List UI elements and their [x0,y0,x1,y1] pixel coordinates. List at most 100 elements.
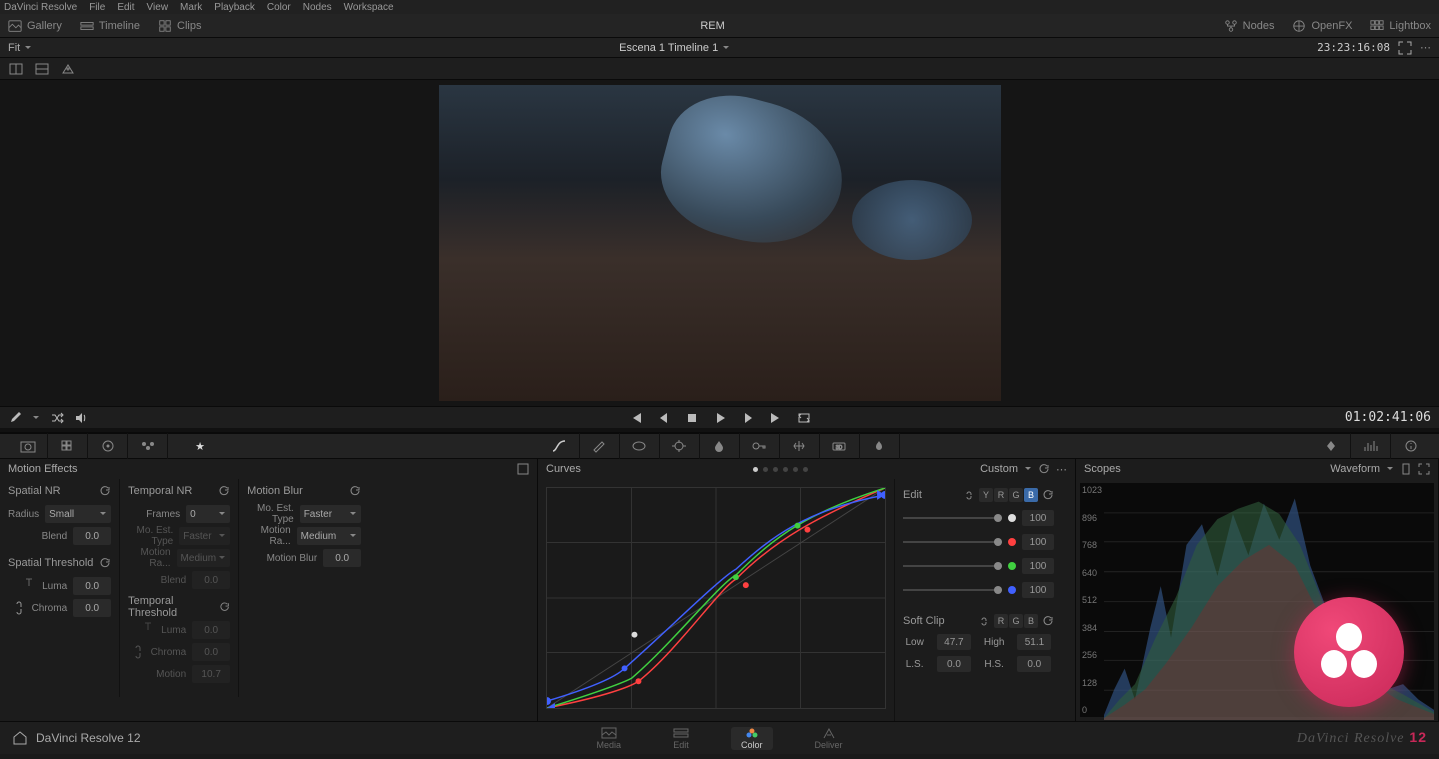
reset-icon[interactable] [1042,615,1054,627]
curves-mode[interactable]: Custom [980,463,1018,475]
menu-app[interactable]: DaVinci Resolve [4,2,77,13]
stereo-icon[interactable]: 3D [820,433,860,459]
high-input[interactable]: 51.1 [1017,634,1051,650]
reset-icon[interactable] [99,485,111,497]
speaker-icon[interactable] [74,411,88,425]
prev-frame-icon[interactable] [657,411,671,425]
image-wipe-icon[interactable] [8,62,24,76]
timeline-label[interactable]: Escena 1 Timeline 1 [619,42,718,54]
eyedropper-icon[interactable] [8,411,22,425]
channel-r[interactable]: R [994,488,1008,502]
collapse-icon[interactable] [517,463,529,475]
luma-input[interactable]: 0.0 [73,577,111,595]
highlight-icon[interactable] [60,62,76,76]
tab-media[interactable]: Media [586,727,631,750]
more-icon[interactable]: ⋯ [1420,41,1431,54]
reset-icon[interactable] [1038,463,1050,475]
channel-y[interactable]: Y [979,488,993,502]
qualifier-icon[interactable] [580,433,620,459]
menu-mark[interactable]: Mark [180,2,202,13]
viewer[interactable] [0,80,1439,406]
more-icon[interactable]: ⋯ [1056,463,1067,476]
color-wheels-icon[interactable] [88,433,128,459]
topbar-openfx[interactable]: OpenFX [1292,19,1352,33]
channel-g[interactable]: G [1009,488,1023,502]
scopes-toggle-icon[interactable] [1351,433,1391,459]
menu-workspace[interactable]: Workspace [344,2,394,13]
intensity-r[interactable]: 100 [1022,534,1054,550]
intensity-slider-g[interactable] [903,565,1002,567]
intensity-slider-r[interactable] [903,541,1002,543]
menu-view[interactable]: View [147,2,169,13]
log-wheels-icon[interactable]: ★ [180,433,220,459]
primaries-bars-icon[interactable] [128,433,168,459]
topbar-timeline[interactable]: Timeline [80,19,140,33]
color-match-icon[interactable] [48,433,88,459]
topbar-nodes[interactable]: Nodes [1224,19,1275,33]
topbar-clips[interactable]: Clips [158,19,201,33]
blur-icon[interactable] [700,433,740,459]
reset-icon[interactable] [219,601,230,613]
intensity-slider-b[interactable] [903,589,1002,591]
tab-deliver[interactable]: Deliver [805,727,853,750]
key-icon[interactable] [740,433,780,459]
frames-select[interactable]: 0 [186,505,230,523]
intensity-y[interactable]: 100 [1022,510,1054,526]
loop-icon[interactable] [797,411,811,425]
keyframes-icon[interactable] [1311,433,1351,459]
curves-icon[interactable] [540,433,580,459]
reset-icon[interactable] [218,485,230,497]
fit-dropdown[interactable]: Fit [8,42,20,54]
reset-icon[interactable] [1042,489,1054,501]
tab-edit[interactable]: Edit [663,727,699,750]
play-icon[interactable] [713,411,727,425]
tracker-icon[interactable] [660,433,700,459]
home-icon[interactable] [12,730,28,746]
low-input[interactable]: 47.7 [937,634,971,650]
scope-settings-icon[interactable] [1400,463,1412,475]
blend-input[interactable]: 0.0 [73,527,111,545]
menu-color[interactable]: Color [267,2,291,13]
channel-select[interactable]: Y R G B [979,488,1038,502]
ls-input[interactable]: 0.0 [937,656,971,672]
menu-edit[interactable]: Edit [117,2,134,13]
last-frame-icon[interactable] [769,411,783,425]
link-icon[interactable] [964,490,975,501]
sizing-icon[interactable] [780,433,820,459]
radius-select[interactable]: Small [45,505,111,523]
reset-icon[interactable] [99,557,111,569]
info-icon[interactable] [1391,433,1431,459]
expand-icon[interactable] [1418,463,1430,475]
tab-color[interactable]: Color [731,727,773,750]
intensity-b[interactable]: 100 [1022,582,1054,598]
mb-est-select[interactable]: Faster [300,505,361,523]
menu-file[interactable]: File [89,2,105,13]
link-icon[interactable] [979,616,990,627]
sc-channel-g[interactable]: G [1009,614,1023,628]
shuffle-icon[interactable] [50,411,64,425]
sc-channel-b[interactable]: B [1024,614,1038,628]
window-icon[interactable] [620,433,660,459]
menu-nodes[interactable]: Nodes [303,2,332,13]
topbar-lightbox[interactable]: Lightbox [1370,19,1431,33]
intensity-slider-y[interactable] [903,517,1002,519]
fullscreen-icon[interactable] [1398,41,1412,55]
scopes-mode[interactable]: Waveform [1330,463,1380,475]
curves-page-dots[interactable] [753,467,808,472]
menu-playback[interactable]: Playback [214,2,255,13]
link-icon[interactable] [14,599,24,617]
softclip-channel-select[interactable]: R G B [994,614,1038,628]
channel-b[interactable]: B [1024,488,1038,502]
data-burn-icon[interactable] [860,433,900,459]
first-frame-icon[interactable] [629,411,643,425]
stop-icon[interactable] [685,411,699,425]
sc-channel-r[interactable]: R [994,614,1008,628]
chevron-down-icon[interactable] [32,414,40,422]
topbar-gallery[interactable]: Gallery [8,19,62,33]
mb-range-select[interactable]: Medium [297,527,362,545]
camera-raw-icon[interactable] [8,433,48,459]
next-frame-icon[interactable] [741,411,755,425]
reset-icon[interactable] [349,485,361,497]
curve-graph[interactable] [546,487,886,709]
intensity-g[interactable]: 100 [1022,558,1054,574]
